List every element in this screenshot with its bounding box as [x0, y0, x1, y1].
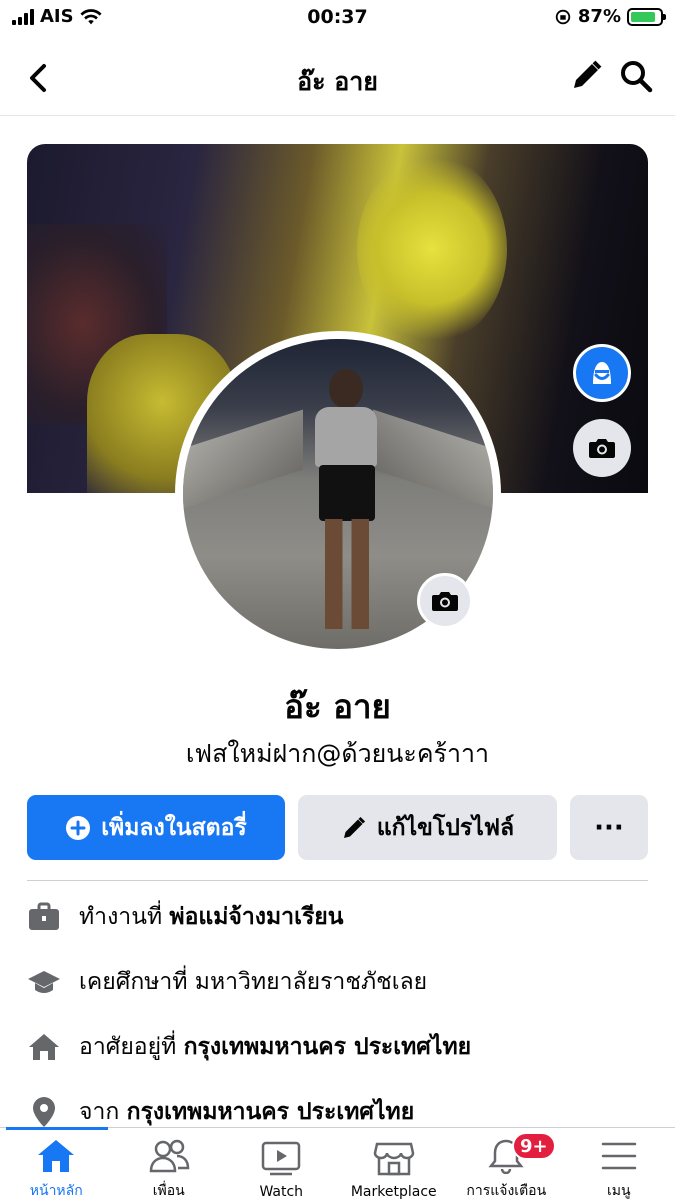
- notification-badge: 9+: [512, 1132, 556, 1160]
- info-label: จาก: [79, 1099, 120, 1125]
- home-icon: [27, 1030, 61, 1064]
- graduation-cap-icon: [27, 965, 61, 999]
- info-value: พ่อแม่จ้างมาเรียน: [169, 904, 344, 930]
- tab-friends[interactable]: เพื่อน: [113, 1128, 226, 1200]
- bridge-rail-left: [183, 409, 303, 509]
- status-bar: AIS 00:37 87%: [0, 0, 675, 34]
- info-value: กรุงเทพมหานคร ประเทศไทย: [183, 1034, 472, 1060]
- tab-menu[interactable]: เมนู: [563, 1128, 675, 1200]
- add-to-story-label: เพิ่มลงในสตอรี่: [101, 814, 247, 841]
- profile-bio: เฟสใหม่ฝาก@ด้วยนะคร้าาา: [185, 739, 490, 768]
- info-label: เคยศึกษาที่ มหาวิทยาลัยราชภัชเลย: [79, 969, 428, 995]
- battery-icon: [627, 7, 666, 26]
- pencil-icon: [343, 816, 365, 838]
- bottom-tab-bar: หน้าหลัก เพื่อน Watch Marketplace 9+ การ…: [0, 1127, 675, 1200]
- briefcase-icon: [27, 900, 61, 934]
- plus-circle-icon: [66, 815, 91, 840]
- info-value: กรุงเทพมหานคร ประเทศไทย: [126, 1099, 415, 1125]
- tab-home[interactable]: หน้าหลัก: [0, 1128, 113, 1200]
- search-icon: [621, 61, 653, 93]
- profile-person: [311, 369, 381, 639]
- tab-label: การแจ้งเตือน: [466, 1183, 547, 1199]
- info-row-current-city[interactable]: อาศัยอยู่ที่ กรุงเทพมหานคร ประเทศไทย: [27, 1027, 648, 1067]
- friends-icon: [147, 1138, 191, 1174]
- more-options-button[interactable]: ···: [570, 795, 648, 860]
- active-tab-indicator: [6, 1127, 108, 1130]
- watch-icon: [259, 1138, 303, 1178]
- tab-watch[interactable]: Watch: [225, 1128, 338, 1200]
- edit-profile-label: แก้ไขโปรไฟล์: [376, 814, 515, 841]
- edit-profile-button[interactable]: แก้ไขโปรไฟล์: [298, 795, 557, 860]
- orientation-lock-icon: [555, 9, 571, 24]
- add-to-story-button[interactable]: เพิ่มลงในสตอรี่: [27, 795, 285, 860]
- pencil-icon: [574, 60, 602, 88]
- info-label: ทำงานที่: [79, 904, 163, 930]
- search-button[interactable]: [616, 56, 656, 96]
- avatar-button[interactable]: [573, 344, 631, 402]
- tab-label: หน้าหลัก: [29, 1183, 83, 1199]
- profile-camera-button[interactable]: [417, 573, 473, 629]
- top-nav-bar: อ๊ะ อาย: [0, 40, 675, 116]
- tab-marketplace[interactable]: Marketplace: [338, 1128, 451, 1200]
- tab-notifications[interactable]: 9+ การแจ้งเตือน: [450, 1128, 563, 1200]
- home-icon: [34, 1138, 78, 1174]
- divider: [27, 880, 648, 881]
- info-row-hometown[interactable]: จาก กรุงเทพมหานคร ประเทศไทย: [27, 1092, 648, 1132]
- edit-button[interactable]: [566, 56, 606, 96]
- info-label: อาศัยอยู่ที่: [79, 1034, 177, 1060]
- location-pin-icon: [27, 1095, 61, 1129]
- info-row-work[interactable]: ทำงานที่ พ่อแม่จ้างมาเรียน: [27, 897, 648, 937]
- info-row-education[interactable]: เคยศึกษาที่ มหาวิทยาลัยราชภัชเลย: [27, 962, 648, 1002]
- more-options-label: ···: [594, 812, 624, 843]
- profile-name: อ๊ะ อาย: [284, 687, 391, 726]
- cover-camera-button[interactable]: [573, 419, 631, 477]
- tab-label: Watch: [259, 1184, 304, 1200]
- tab-label: Marketplace: [350, 1184, 437, 1200]
- tab-label: เพื่อน: [152, 1183, 185, 1199]
- battery-percent: 87%: [577, 6, 621, 27]
- tab-label: เมนู: [606, 1183, 631, 1199]
- camera-icon: [432, 592, 458, 611]
- marketplace-icon: [372, 1138, 416, 1178]
- camera-icon: [589, 439, 615, 458]
- status-right: 87%: [554, 6, 666, 27]
- menu-icon: [597, 1138, 641, 1174]
- bridge-rail-right: [373, 409, 493, 509]
- avatar-icon: [593, 362, 611, 384]
- cover-face: [357, 154, 507, 344]
